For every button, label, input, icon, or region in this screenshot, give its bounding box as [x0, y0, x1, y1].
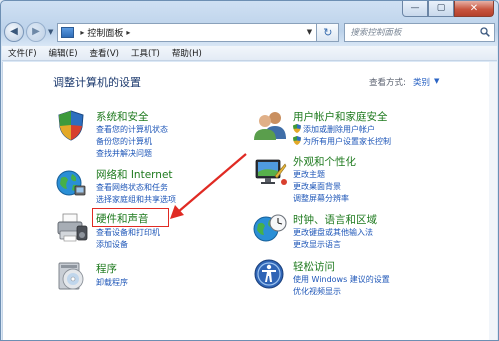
maximize-icon: ▢ — [436, 3, 446, 13]
close-button[interactable]: ✕ — [454, 1, 494, 17]
control-panel-window: — ▢ ✕ ◀ ▶ ▼ ▸ 控制面板 ▸ ▼ ↻ 搜索控制面板 文件(F) 编辑… — [0, 0, 499, 341]
menu-help[interactable]: 帮助(H) — [172, 47, 202, 59]
back-button[interactable]: ◀ — [4, 22, 24, 42]
menu-bar: 文件(F) 编辑(E) 查看(V) 工具(T) 帮助(H) — [2, 46, 497, 61]
search-input[interactable]: 搜索控制面板 — [344, 22, 495, 42]
breadcrumb-separator-end[interactable]: ▸ — [126, 28, 130, 37]
window-caption-buttons: — ▢ ✕ — [402, 1, 494, 17]
minimize-icon: — — [410, 3, 420, 13]
forward-button[interactable]: ▶ — [26, 22, 46, 42]
menu-file[interactable]: 文件(F) — [8, 47, 37, 59]
address-row: ◀ ▶ ▼ ▸ 控制面板 ▸ ▼ ↻ 搜索控制面板 — [4, 21, 495, 43]
menu-view[interactable]: 查看(V) — [90, 47, 119, 59]
control-panel-icon — [61, 26, 75, 38]
menu-edit[interactable]: 编辑(E) — [49, 47, 78, 59]
recent-pages-dropdown-icon[interactable]: ▼ — [48, 28, 53, 36]
search-icon[interactable] — [476, 27, 494, 37]
close-icon: ✕ — [469, 2, 479, 14]
menu-tools[interactable]: 工具(T) — [131, 47, 160, 59]
refresh-icon: ↻ — [323, 25, 333, 39]
breadcrumb-separator[interactable]: ▸ — [80, 28, 84, 37]
back-arrow-icon: ◀ — [10, 26, 18, 37]
address-bar[interactable]: ▸ 控制面板 ▸ ▼ — [57, 22, 318, 42]
forward-arrow-icon: ▶ — [32, 26, 40, 37]
maximize-button[interactable]: ▢ — [428, 1, 454, 17]
refresh-button[interactable]: ↻ — [317, 22, 340, 42]
address-dropdown-icon[interactable]: ▼ — [302, 24, 316, 41]
minimize-button[interactable]: — — [402, 1, 428, 17]
content-pane: 调整计算机的设置 查看方式: 类别 ▼ 系统和安全 查看您的计算机状态 备份您的… — [2, 62, 497, 340]
annotation-arrow — [170, 153, 247, 219]
breadcrumb-control-panel[interactable]: 控制面板 — [87, 26, 123, 39]
search-placeholder: 搜索控制面板 — [350, 28, 402, 38]
